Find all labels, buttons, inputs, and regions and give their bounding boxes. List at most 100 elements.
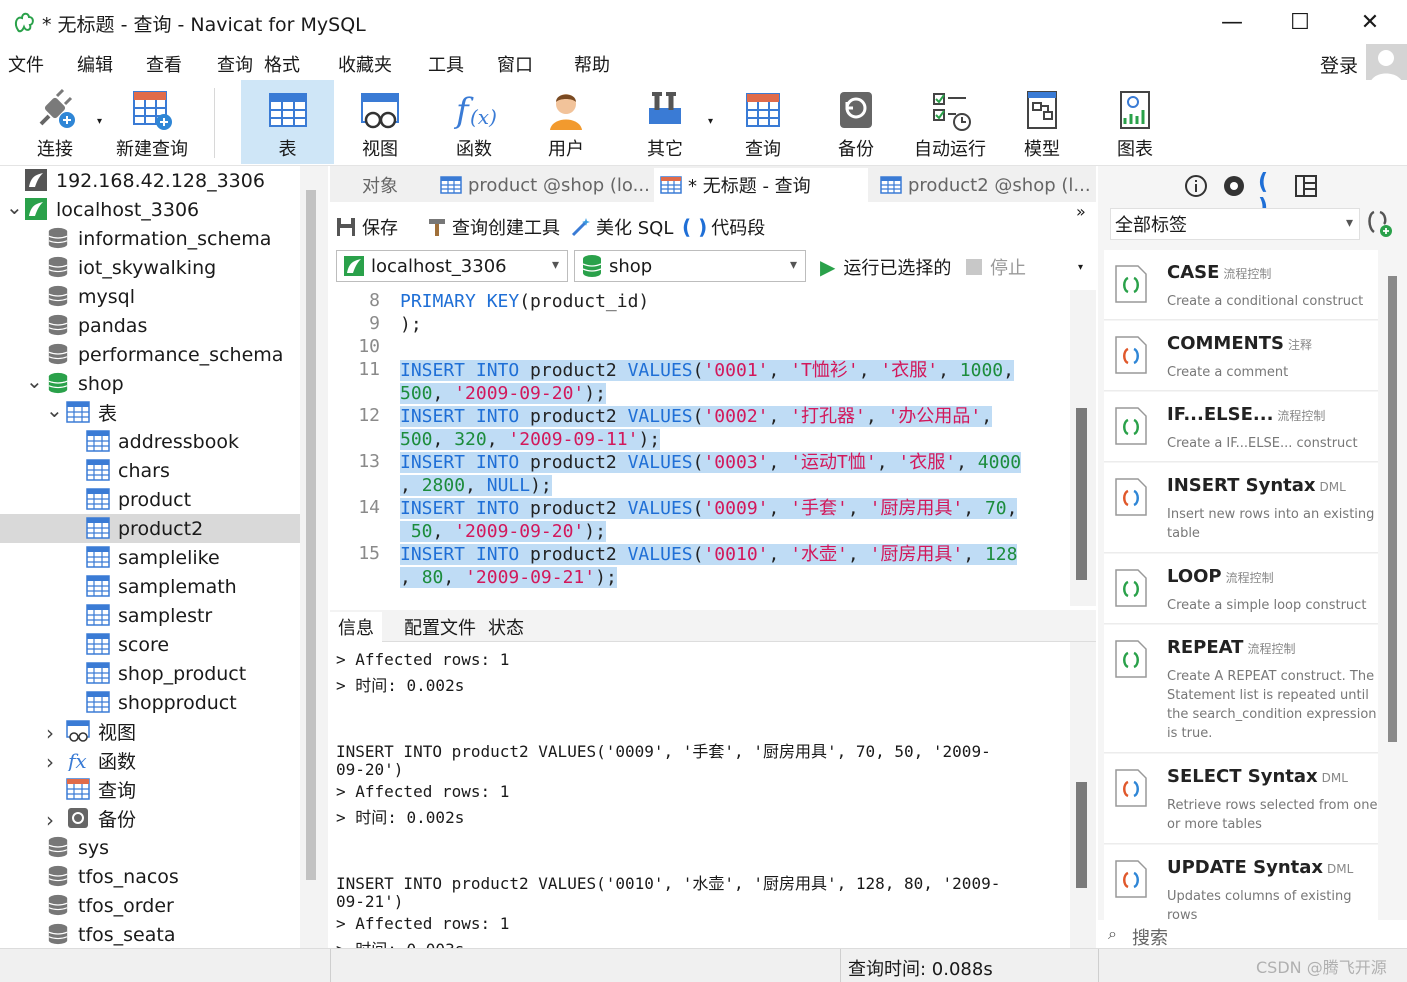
tree-node[interactable]: score xyxy=(0,630,300,659)
snippet-scrollbar-thumb[interactable] xyxy=(1388,276,1397,742)
view-tool-button[interactable]: 视图 xyxy=(340,80,420,164)
snippet-item[interactable]: IF...ELSE... 流程控制 Create a IF...ELSE... co… xyxy=(1104,392,1378,462)
tree-node[interactable]: samplemath xyxy=(0,572,300,601)
new-query-button[interactable]: 新建查询 xyxy=(110,80,194,164)
menu-window[interactable]: 窗口 xyxy=(497,51,533,77)
minimize-button[interactable]: — xyxy=(1214,8,1250,36)
snippet-item[interactable]: CASE 流程控制 Create a conditional construct xyxy=(1104,250,1378,320)
tree-node[interactable]: 查询 xyxy=(0,775,300,804)
save-button[interactable]: 保存 xyxy=(336,214,398,240)
user-tool-button[interactable]: 用户 xyxy=(528,80,604,164)
tree-node[interactable]: sys xyxy=(0,833,300,862)
tree-node[interactable]: samplestr xyxy=(0,601,300,630)
tree-node[interactable]: shop_product xyxy=(0,659,300,688)
tree-node[interactable]: › fx 函数 xyxy=(0,746,300,775)
query-builder-button[interactable]: 查询创建工具 xyxy=(428,214,560,240)
menu-edit[interactable]: 编辑 xyxy=(77,51,113,77)
tab-status[interactable]: 状态 xyxy=(480,612,532,642)
snippet-search-placeholder: 搜索 xyxy=(1132,928,1168,949)
tree-node[interactable]: 192.168.42.128_3306 xyxy=(0,166,300,195)
tab-product2[interactable]: product2 @shop (l... xyxy=(874,168,1090,202)
close-button[interactable]: ✕ xyxy=(1352,8,1388,36)
maximize-button[interactable]: ☐ xyxy=(1282,8,1318,36)
tab-untitled-query[interactable]: * 无标题 - 查询 xyxy=(654,168,868,202)
query-tool-button[interactable]: 查询 xyxy=(724,80,802,164)
tree-node[interactable]: › 备份 xyxy=(0,804,300,833)
connect-dropdown-icon[interactable]: ▾ xyxy=(97,116,102,127)
code-snippet-button[interactable]: ( ) 代码段 xyxy=(682,214,765,240)
run-selected-button[interactable]: ▶ 运行已选择的 xyxy=(820,254,951,280)
model-tool-button[interactable]: 模型 xyxy=(1004,80,1080,164)
tree-node[interactable]: ⌄ localhost_3306 xyxy=(0,195,300,224)
menu-view[interactable]: 查看 xyxy=(146,51,182,77)
tab-info[interactable]: 信息 xyxy=(330,612,382,642)
tree-node[interactable]: tfos_seata xyxy=(0,920,300,948)
tab-objects[interactable]: 对象 xyxy=(330,168,430,202)
snippet-item[interactable]: SELECT Syntax DML Retrieve rows selected f… xyxy=(1104,754,1378,844)
menu-tools[interactable]: 工具 xyxy=(428,51,464,77)
tree-node[interactable]: › 视图 xyxy=(0,717,300,746)
snippet-item[interactable]: COMMENTS 注释 Create a comment xyxy=(1104,321,1378,391)
tab-profile[interactable]: 配置文件 xyxy=(396,612,484,642)
menu-help[interactable]: 帮助 xyxy=(574,51,610,77)
chevron-down-icon[interactable]: ⌄ xyxy=(26,369,43,393)
chevron-right-icon[interactable]: › xyxy=(46,808,60,832)
tree-node[interactable]: product xyxy=(0,485,300,514)
layout-icon[interactable] xyxy=(1294,174,1318,198)
tree-node[interactable]: chars xyxy=(0,456,300,485)
code-snippet-icon[interactable]: ( ) xyxy=(1258,170,1282,220)
menu-favorites[interactable]: 收藏夹 xyxy=(338,51,392,77)
menu-query[interactable]: 查询 xyxy=(217,51,253,77)
stop-button[interactable]: 停止 xyxy=(966,254,1026,280)
tree-node[interactable]: shopproduct xyxy=(0,688,300,717)
table-tool-button[interactable]: 表 xyxy=(241,80,334,164)
chevron-down-icon[interactable]: ⌄ xyxy=(46,398,63,422)
tree-node[interactable]: tfos_order xyxy=(0,891,300,920)
eye-icon[interactable] xyxy=(1222,174,1246,198)
overflow-dropdown-icon[interactable]: ▾ xyxy=(1078,262,1083,273)
snippet-item[interactable]: INSERT Syntax DML Insert new rows into an … xyxy=(1104,463,1378,553)
avatar[interactable] xyxy=(1366,44,1407,84)
login-link[interactable]: 登录 xyxy=(1320,51,1358,78)
chevron-right-icon[interactable]: › xyxy=(46,721,60,745)
add-snippet-icon[interactable] xyxy=(1364,208,1394,238)
tree-node[interactable]: ⌄ shop xyxy=(0,369,300,398)
database-select[interactable]: shop ▾ xyxy=(574,250,806,282)
editor-scrollbar-thumb[interactable] xyxy=(1076,408,1087,580)
connect-button[interactable]: 连接 xyxy=(18,80,92,164)
tab-product[interactable]: product @shop (lo... xyxy=(434,168,650,202)
snippet-item[interactable]: UPDATE Syntax DML Updates columns of exist… xyxy=(1104,845,1378,925)
tree-node[interactable]: mysql xyxy=(0,282,300,311)
tree-node[interactable]: iot_skywalking xyxy=(0,253,300,282)
connection-select[interactable]: localhost_3306 ▾ xyxy=(336,250,568,282)
tree-node[interactable]: performance_schema xyxy=(0,340,300,369)
autorun-tool-button[interactable]: 自动运行 xyxy=(908,80,992,164)
chart-tool-button[interactable]: 图表 xyxy=(1098,80,1172,164)
menu-file[interactable]: 文件 xyxy=(8,51,44,77)
other-tool-button[interactable]: 其它 xyxy=(626,80,704,164)
other-dropdown-icon[interactable]: ▾ xyxy=(708,116,713,127)
tree-node[interactable]: product2 xyxy=(0,514,300,543)
chevron-down-icon[interactable]: ⌄ xyxy=(6,195,23,219)
snippet-item[interactable]: REPEAT 流程控制 Create A REPEAT construct. The… xyxy=(1104,625,1378,753)
toolbar-overflow-icon[interactable]: » xyxy=(1076,202,1086,221)
tree-node[interactable]: tfos_nacos xyxy=(0,862,300,891)
sql-editor[interactable]: 8 PRIMARY KEY(product_id) 9); 10 11 INSERT IN… xyxy=(330,290,1070,606)
snippet-search-field[interactable]: ⌕ 搜索 xyxy=(1098,920,1407,949)
info-icon[interactable] xyxy=(1184,174,1208,198)
tree-node[interactable]: samplelike xyxy=(0,543,300,572)
snippet-item[interactable]: LOOP 流程控制 Create a simple loop construct xyxy=(1104,554,1378,624)
snippet-title: LOOP 流程控制 xyxy=(1167,566,1274,587)
menu-format[interactable]: 格式 xyxy=(264,51,300,77)
beautify-sql-button[interactable]: 美化 SQL xyxy=(570,214,673,240)
tag-filter-select[interactable]: 全部标签 ▾ xyxy=(1110,208,1360,240)
output-scrollbar-thumb[interactable] xyxy=(1076,782,1087,888)
backup-tool-button[interactable]: 备份 xyxy=(818,80,894,164)
tree-node[interactable]: ⌄ 表 xyxy=(0,398,300,427)
tree-scrollbar-thumb[interactable] xyxy=(306,190,316,880)
tree-node[interactable]: pandas xyxy=(0,311,300,340)
tree-node[interactable]: addressbook xyxy=(0,427,300,456)
tree-node[interactable]: information_schema xyxy=(0,224,300,253)
chevron-right-icon[interactable]: › xyxy=(46,750,60,774)
function-tool-button[interactable]: f (x) 函数 xyxy=(434,80,514,164)
